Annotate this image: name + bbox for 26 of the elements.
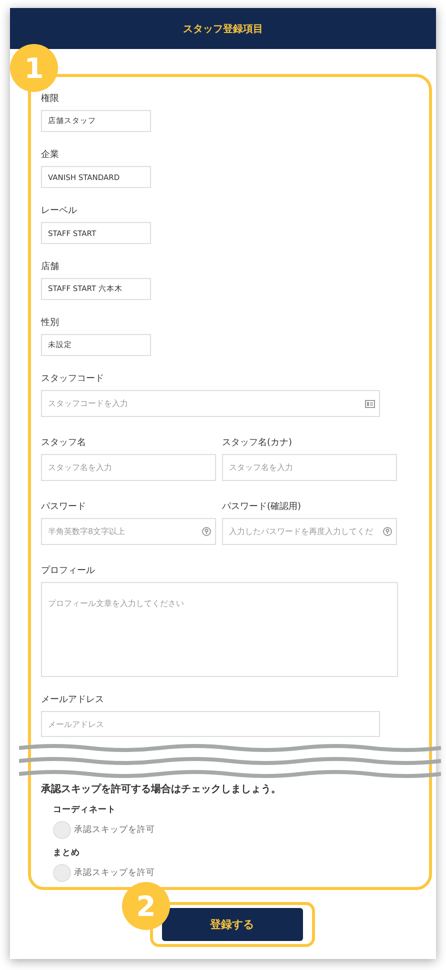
key-icon[interactable] <box>383 527 392 536</box>
field-label: 店舗 <box>41 261 60 273</box>
group-label: まとめ <box>53 847 81 859</box>
key-icon[interactable] <box>202 527 211 536</box>
field-label: レーベル <box>41 205 78 217</box>
option-label[interactable]: 承認スキップを許可 <box>74 824 155 836</box>
group-label: コーディネート <box>53 804 117 816</box>
field-label: 性別 <box>41 317 60 329</box>
field-label: メールアドレス <box>41 694 105 706</box>
field-label: スタッフ名 <box>41 437 87 449</box>
field-label: 権限 <box>41 93 60 105</box>
option-label[interactable]: 承認スキップを許可 <box>74 867 155 879</box>
contact-card-icon[interactable] <box>365 400 375 408</box>
field-label: パスワード <box>41 501 87 513</box>
field-label: プロフィール <box>41 565 96 577</box>
field-label: スタッフコード <box>41 373 105 385</box>
register-button[interactable]: 登録する <box>162 908 302 941</box>
radio-button[interactable] <box>53 864 71 882</box>
step-badge: 1 <box>10 44 58 92</box>
field-label: パスワード(確認用) <box>222 501 302 513</box>
radio-button[interactable] <box>53 821 71 839</box>
section-heading: 承認スキップを許可する場合はチェックしましょう。 <box>41 782 282 796</box>
field-label: スタッフ名(カナ) <box>222 437 294 449</box>
field-label: 企業 <box>41 149 60 161</box>
step-badge: 2 <box>122 882 170 930</box>
page-title: スタッフ登録項目 <box>183 22 263 36</box>
